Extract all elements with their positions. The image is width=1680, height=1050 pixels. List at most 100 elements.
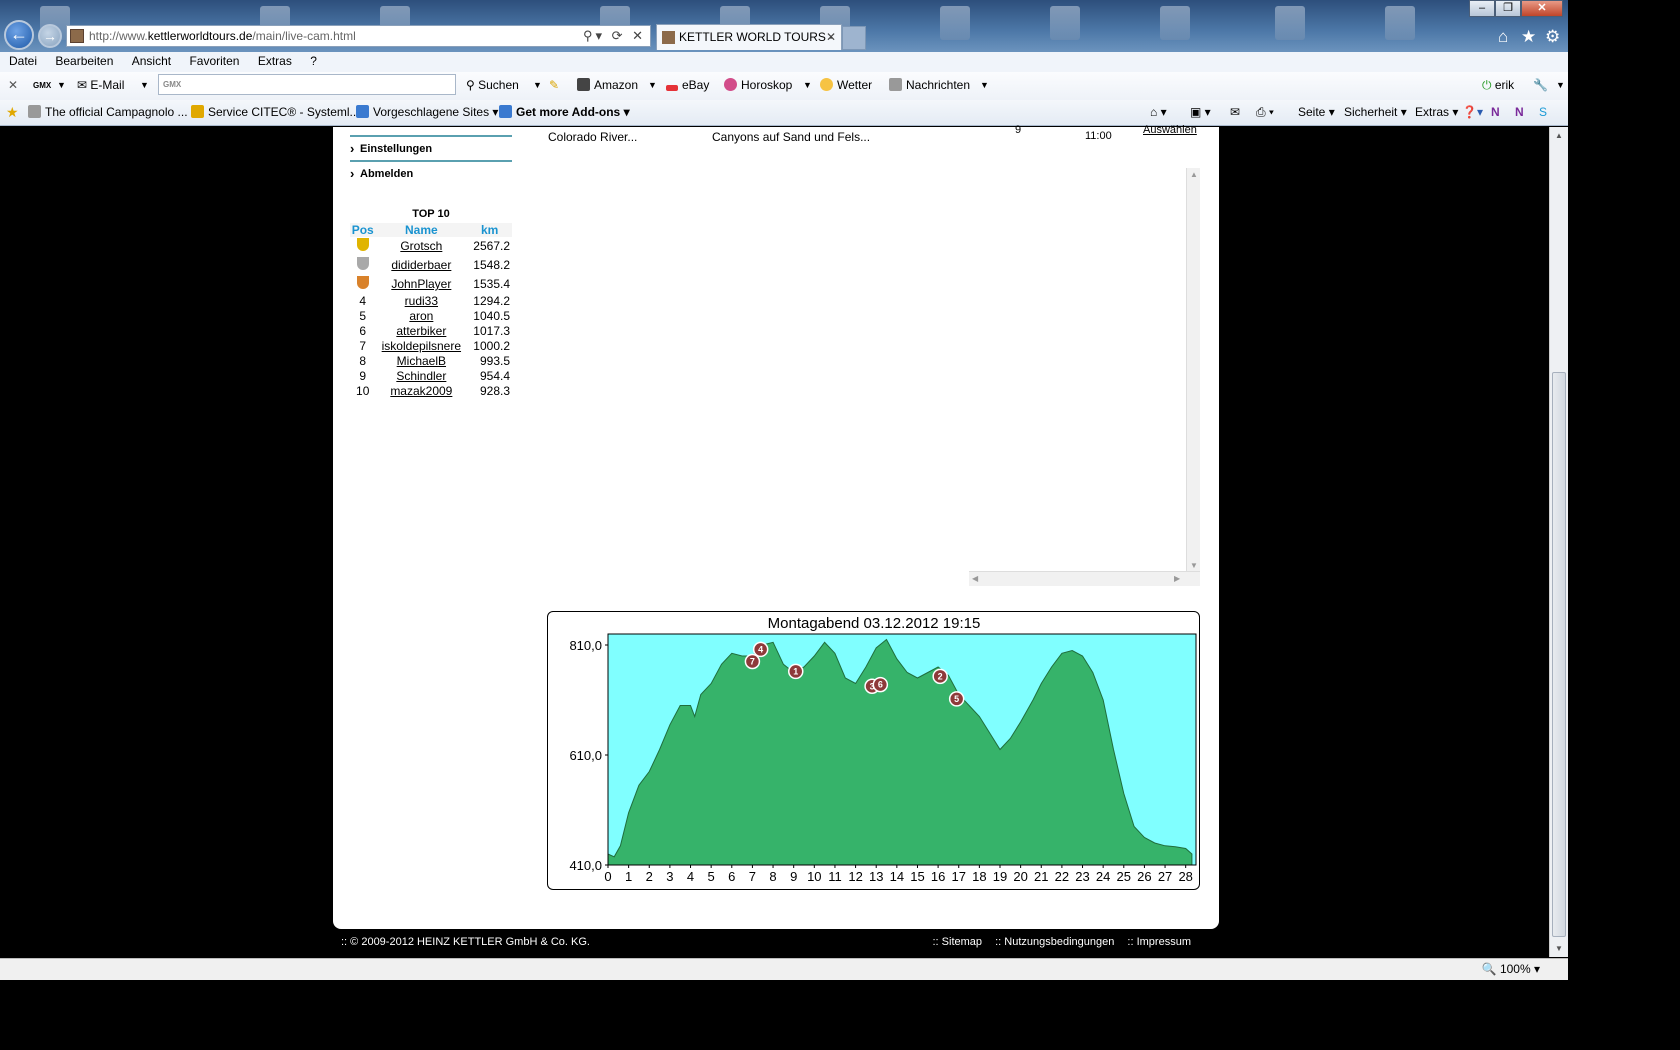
forward-button[interactable]: → bbox=[38, 24, 62, 48]
rider-marker[interactable]: 7 bbox=[744, 653, 761, 670]
rider-link[interactable]: atterbiker bbox=[396, 324, 446, 338]
suchen-dropdown-icon[interactable]: ▼ bbox=[533, 72, 542, 99]
menu-datei[interactable]: Datei bbox=[9, 54, 37, 68]
nachrichten-dropdown-icon[interactable]: ▼ bbox=[980, 72, 989, 99]
wetter-button[interactable]: Wetter bbox=[820, 72, 872, 99]
scrollbar-thumb[interactable] bbox=[1552, 372, 1566, 937]
amazon-button[interactable]: Amazon bbox=[577, 72, 638, 99]
scroll-up-icon[interactable]: ▲ bbox=[1190, 170, 1198, 179]
list-horizontal-scrollbar[interactable]: ◀ ▶ bbox=[969, 571, 1200, 586]
nachrichten-button[interactable]: Nachrichten bbox=[889, 72, 970, 99]
toolbar-close-icon[interactable]: ✕ bbox=[8, 72, 18, 99]
footer-impressum-link[interactable]: :: Impressum bbox=[1127, 936, 1191, 948]
name-cell: Grotsch bbox=[375, 237, 467, 256]
user-label: erik bbox=[1494, 78, 1515, 92]
footer-nutzung-link[interactable]: :: Nutzungsbedingungen bbox=[995, 936, 1114, 948]
skype-icon[interactable]: S bbox=[1539, 100, 1547, 125]
new-tab-button[interactable] bbox=[842, 26, 866, 50]
seite-menu[interactable]: Seite ▾ bbox=[1298, 100, 1335, 125]
rider-link[interactable]: dididerbaer bbox=[391, 258, 451, 272]
gmx-search-input[interactable]: GMX bbox=[158, 74, 456, 95]
scroll-right-icon[interactable]: ▶ bbox=[1174, 574, 1180, 583]
scroll-down-icon[interactable]: ▼ bbox=[1555, 944, 1563, 953]
wrench-icon[interactable]: 🔧 bbox=[1533, 72, 1548, 99]
tour-select-link[interactable]: Auswählen bbox=[1143, 124, 1197, 136]
menu-ansicht[interactable]: Ansicht bbox=[132, 54, 171, 68]
highlight-pen-icon[interactable]: ✎ bbox=[549, 72, 559, 99]
menu-help[interactable]: ? bbox=[310, 54, 317, 68]
rider-link[interactable]: mazak2009 bbox=[390, 384, 452, 398]
rider-marker[interactable]: 4 bbox=[752, 641, 769, 658]
x-tick-label: 6 bbox=[728, 869, 735, 884]
help-icon[interactable]: ❓▾ bbox=[1462, 100, 1483, 125]
fav-suggested-sites[interactable]: Vorgeschlagene Sites ▾ bbox=[356, 100, 498, 125]
favorites-star-icon[interactable]: ★ bbox=[6, 100, 19, 125]
rider-link[interactable]: Grotsch bbox=[400, 239, 442, 253]
gmx-logo[interactable]: GMX bbox=[33, 72, 51, 99]
rider-link[interactable]: iskoldepilsnere bbox=[382, 339, 461, 353]
amazon-label: Amazon bbox=[594, 78, 639, 92]
fav-citec[interactable]: Service CITEC® - Systeml... bbox=[191, 100, 360, 125]
nav-einstellungen[interactable]: Einstellungen bbox=[350, 138, 512, 160]
suchen-button[interactable]: ⚲ Suchen bbox=[466, 72, 519, 99]
extras-menu[interactable]: Extras ▾ bbox=[1415, 100, 1458, 125]
ebay-button[interactable]: eBay bbox=[666, 72, 709, 99]
table-row: 9 Schindler 954.4 bbox=[350, 369, 512, 384]
rider-marker[interactable]: 1 bbox=[787, 663, 804, 680]
browser-tab[interactable]: KETTLER WORLD TOURS - ... ✕ bbox=[656, 24, 842, 69]
home-icon[interactable]: ⌂ bbox=[1498, 27, 1508, 47]
scroll-down-icon[interactable]: ▼ bbox=[1190, 561, 1198, 570]
rider-marker[interactable]: 5 bbox=[948, 691, 965, 707]
gear-icon[interactable]: ⚙ bbox=[1545, 27, 1560, 47]
horoskop-button[interactable]: Horoskop bbox=[724, 72, 792, 99]
x-tick-label: 7 bbox=[749, 869, 756, 884]
rank-cell bbox=[350, 237, 375, 256]
scroll-left-icon[interactable]: ◀ bbox=[972, 574, 978, 583]
email-button[interactable]: ✉ E-Mail bbox=[77, 72, 124, 99]
rider-marker[interactable]: 6 bbox=[872, 676, 889, 693]
favorites-star-icon[interactable]: ★ bbox=[1521, 27, 1536, 47]
rider-link[interactable]: rudi33 bbox=[405, 294, 438, 308]
sicherheit-menu[interactable]: Sicherheit ▾ bbox=[1344, 100, 1407, 125]
browser-vertical-scrollbar[interactable]: ▲ ▼ bbox=[1549, 127, 1568, 957]
back-button[interactable]: ← bbox=[4, 20, 34, 50]
rider-link[interactable]: Schindler bbox=[396, 369, 446, 383]
menu-favoriten[interactable]: Favoriten bbox=[189, 54, 239, 68]
amazon-dropdown-icon[interactable]: ▼ bbox=[648, 72, 657, 99]
horoskop-dropdown-icon[interactable]: ▼ bbox=[803, 72, 812, 99]
onenote-icon[interactable]: N bbox=[1491, 100, 1500, 125]
rider-link[interactable]: aron bbox=[409, 309, 433, 323]
user-button[interactable]: ⏻ erik bbox=[1482, 72, 1514, 99]
home-toolbar-icon[interactable]: ⌂ ▾ bbox=[1150, 100, 1167, 125]
wrench-dropdown-icon[interactable]: ▼ bbox=[1556, 72, 1565, 99]
scroll-up-icon[interactable]: ▲ bbox=[1555, 131, 1563, 140]
fav-campagnolo[interactable]: The official Campagnolo ... bbox=[28, 100, 188, 125]
zoom-control[interactable]: 🔍 100% ▾ bbox=[1482, 959, 1540, 980]
footer-sitemap-link[interactable]: :: Sitemap bbox=[933, 936, 983, 948]
window-close-button[interactable]: ✕ bbox=[1521, 0, 1563, 17]
gmx-dropdown-icon[interactable]: ▼ bbox=[57, 72, 66, 99]
address-tools-icon[interactable]: ⚲▾ ⟳ ✕ bbox=[583, 26, 646, 46]
nav-abmelden[interactable]: Abmelden bbox=[350, 163, 512, 185]
maximize-button[interactable]: ❐ bbox=[1495, 0, 1521, 17]
menu-bearbeiten[interactable]: Bearbeiten bbox=[55, 54, 113, 68]
print-icon[interactable]: ⎙ ▾ bbox=[1256, 100, 1274, 125]
rider-link[interactable]: JohnPlayer bbox=[391, 277, 451, 291]
address-bar[interactable]: http://www.kettlerworldtours.de/main/liv… bbox=[66, 25, 651, 47]
y-tick-label: 810,0 bbox=[569, 638, 602, 653]
col-pos: Pos bbox=[350, 222, 376, 237]
fav-addons[interactable]: Get more Add-ons ▾ bbox=[499, 100, 630, 125]
menu-extras[interactable]: Extras bbox=[258, 54, 292, 68]
feeds-icon[interactable]: ▣ ▾ bbox=[1190, 100, 1211, 125]
rank-cell: 4 bbox=[359, 294, 367, 308]
x-tick-label: 28 bbox=[1178, 869, 1192, 884]
minimize-button[interactable]: – bbox=[1469, 0, 1495, 17]
email-dropdown-icon[interactable]: ▼ bbox=[140, 72, 149, 99]
mail-toolbar-icon[interactable]: ✉ bbox=[1230, 100, 1240, 125]
list-vertical-scrollbar[interactable]: ▲ ▼ bbox=[1186, 168, 1200, 572]
amazon-icon bbox=[577, 78, 590, 91]
rider-marker[interactable]: 2 bbox=[932, 668, 948, 685]
onenote-icon[interactable]: N bbox=[1515, 100, 1524, 125]
rider-link[interactable]: MichaelB bbox=[397, 354, 446, 368]
tab-close-icon[interactable]: ✕ bbox=[826, 25, 836, 50]
